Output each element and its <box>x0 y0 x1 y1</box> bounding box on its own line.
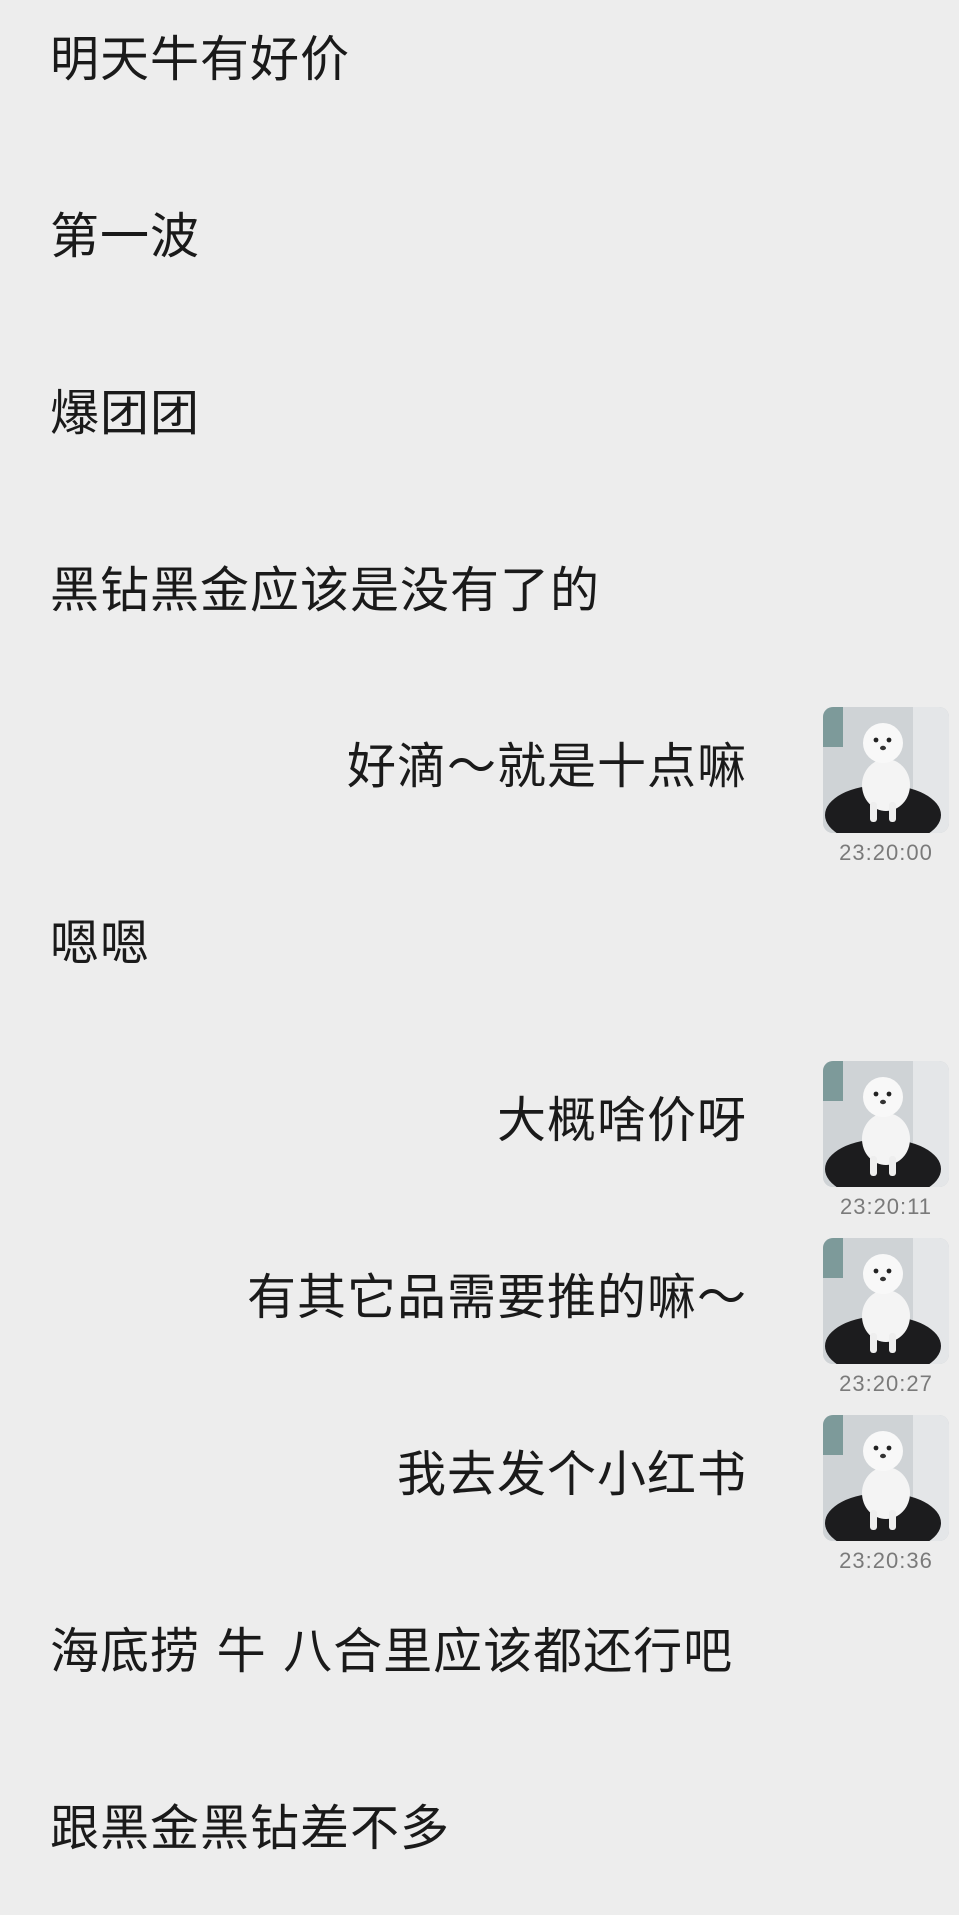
message-timestamp: 23:20:36 <box>839 1548 933 1573</box>
message-timestamp: 23:20:00 <box>839 840 933 865</box>
message-text[interactable]: 我去发个小红书 <box>397 1445 747 1505</box>
avatar[interactable] <box>823 1061 949 1187</box>
white-dog-photo-avatar-icon <box>823 1415 949 1541</box>
message-text[interactable]: 海底捞 牛 八合里应该都还行吧 <box>50 1622 733 1682</box>
white-dog-photo-avatar-icon <box>823 707 949 833</box>
message-text[interactable]: 第一波 <box>50 207 200 267</box>
white-dog-photo-avatar-icon <box>823 1238 949 1364</box>
message-timestamp: 23:20:11 <box>839 1194 932 1219</box>
message-text[interactable]: 有其它品需要推的嘛～ <box>247 1268 747 1328</box>
chat-transcript: 明天牛有好价 第一波 爆团团 黑钻黑金应该是没有了的 好滴～就是十点嘛 23:2… <box>0 0 959 1915</box>
message-timestamp: 23:20:27 <box>839 1371 933 1396</box>
avatar[interactable] <box>823 707 949 833</box>
white-dog-photo-avatar-icon <box>823 1061 949 1187</box>
message-text[interactable]: 嗯嗯 <box>50 914 150 974</box>
message-text[interactable]: 黑钻黑金应该是没有了的 <box>50 561 600 621</box>
message-text[interactable]: 明天牛有好价 <box>50 30 350 90</box>
avatar[interactable] <box>823 1238 949 1364</box>
message-text[interactable]: 好滴～就是十点嘛 <box>347 737 747 797</box>
avatar[interactable] <box>823 1415 949 1541</box>
message-text[interactable]: 跟黑金黑钻差不多 <box>50 1799 450 1859</box>
message-text[interactable]: 大概啥价呀 <box>497 1091 747 1151</box>
message-text[interactable]: 爆团团 <box>50 384 200 444</box>
